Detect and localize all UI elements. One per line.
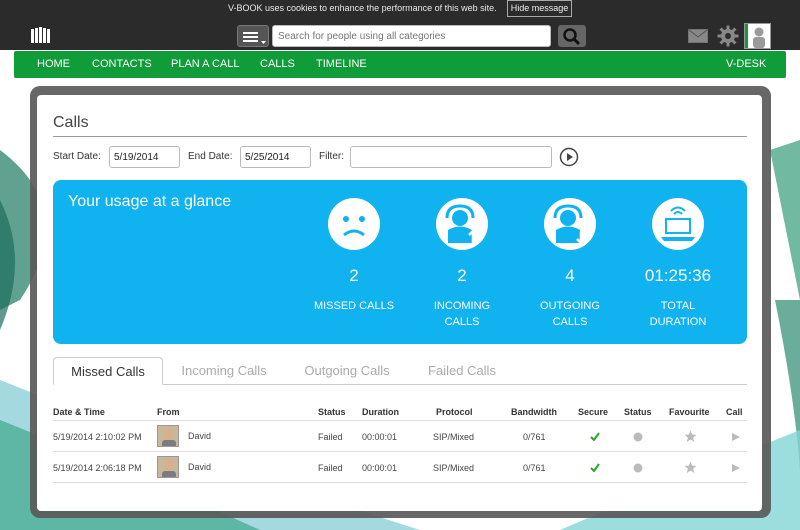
col-bandwidth: Bandwidth <box>511 407 557 417</box>
total-duration-label: TOTAL DURATION <box>649 300 707 328</box>
row-bandwidth: 0/761 <box>523 463 546 473</box>
search-button[interactable] <box>558 25 586 47</box>
cookie-message: V-BOOK uses cookies to enhance the perfo… <box>228 3 497 13</box>
nav-timeline[interactable]: TIMELINE <box>316 51 367 78</box>
row-bandwidth: 0/761 <box>523 432 546 442</box>
nav-v-desk[interactable]: V-DESK <box>726 51 766 78</box>
mail-icon[interactable] <box>688 29 708 43</box>
nav-home[interactable]: HOME <box>37 51 70 78</box>
person-silhouette-icon <box>745 24 765 48</box>
col-protocol: Protocol <box>436 407 473 417</box>
end-date-label: End Date: <box>188 151 233 162</box>
caller-avatar <box>157 456 179 478</box>
hide-message-button[interactable]: Hide message <box>507 0 572 17</box>
apply-filter-play-icon[interactable] <box>559 147 579 167</box>
missed-calls-value: 2 <box>349 266 359 285</box>
favourite-star-icon[interactable] <box>684 461 697 474</box>
start-date-label: Start Date: <box>53 151 101 162</box>
page-title: Calls <box>53 114 89 131</box>
presence-dot-icon <box>633 463 643 473</box>
call-tabs: Missed Calls Incoming Calls Outgoing Cal… <box>53 357 747 385</box>
row-duration: 00:00:01 <box>362 432 398 442</box>
main-nav: HOME CONTACTS PLAN A CALL CALLS TIMELINE… <box>14 51 786 78</box>
secure-check-icon <box>590 463 600 472</box>
incoming-calls-label: INCOMING CALLS <box>433 300 491 328</box>
row-status: Failed <box>318 432 343 442</box>
start-date-input[interactable] <box>109 146 180 168</box>
col-duration: Duration <box>362 407 399 417</box>
col-from: From <box>157 407 180 417</box>
usage-title: Your usage at a glance <box>68 193 232 210</box>
col-call: Call <box>726 407 743 417</box>
outgoing-call-icon <box>544 198 596 250</box>
vbook-logo-icon[interactable] <box>30 26 52 44</box>
sad-face-icon <box>328 198 380 250</box>
hamburger-icon <box>243 32 266 44</box>
row-protocol: SIP/Mixed <box>433 432 475 442</box>
tab-incoming-calls[interactable]: Incoming Calls <box>163 357 285 385</box>
laptop-signal-icon <box>652 198 704 250</box>
nav-contacts[interactable]: CONTACTS <box>92 51 152 78</box>
filter-label: Filter: <box>319 151 344 162</box>
gear-icon[interactable] <box>717 25 739 47</box>
row-protocol: SIP/Mixed <box>433 463 475 473</box>
row-datetime: 5/19/2014 2:06:18 PM <box>53 463 142 473</box>
col-presence-status: Status <box>624 407 652 417</box>
missed-calls-label: MISSED CALLS <box>313 300 395 312</box>
total-duration-value: 01:25:36 <box>644 266 712 285</box>
title-divider <box>53 136 747 137</box>
col-favourite: Favourite <box>669 407 710 417</box>
outgoing-calls-value: 4 <box>565 266 575 285</box>
user-avatar[interactable] <box>744 23 771 49</box>
nav-plan-a-call[interactable]: PLAN A CALL <box>171 51 240 78</box>
presence-dot-icon <box>633 432 643 442</box>
row-duration: 00:00:01 <box>362 463 398 473</box>
incoming-calls-value: 2 <box>457 266 467 285</box>
person-photo-icon <box>162 460 176 477</box>
tab-failed-calls[interactable]: Failed Calls <box>409 357 515 385</box>
col-status: Status <box>318 407 346 417</box>
row-datetime: 5/19/2014 2:10:02 PM <box>53 432 142 442</box>
col-secure: Secure <box>578 407 609 417</box>
outgoing-calls-label: OUTGOING CALLS <box>540 300 600 328</box>
caller-avatar <box>157 425 179 447</box>
nav-calls[interactable]: CALLS <box>260 51 295 78</box>
col-date-time: Date & Time <box>53 407 105 417</box>
row-from: David <box>188 431 212 441</box>
row-from: David <box>188 462 212 472</box>
category-menu-button[interactable] <box>237 25 269 47</box>
call-play-icon[interactable] <box>731 463 741 473</box>
top-bar: V-BOOK uses cookies to enhance the perfo… <box>0 0 800 50</box>
secure-check-icon <box>590 432 600 441</box>
call-play-icon[interactable] <box>731 432 741 442</box>
end-date-input[interactable] <box>240 146 311 168</box>
tab-missed-calls[interactable]: Missed Calls <box>53 357 163 385</box>
search-input[interactable] <box>272 25 551 47</box>
calls-card: Calls Start Date: End Date: Filter: Your… <box>37 95 762 511</box>
row-status: Failed <box>318 463 343 473</box>
filter-input[interactable] <box>350 146 552 168</box>
person-photo-icon <box>162 429 176 446</box>
usage-panel: Your usage at a glance 2 MISSED CALLS 2 <box>53 180 747 344</box>
tab-outgoing-calls[interactable]: Outgoing Calls <box>285 357 409 385</box>
magnifier-icon <box>563 28 581 46</box>
incoming-call-icon <box>436 198 488 250</box>
favourite-star-icon[interactable] <box>684 430 697 443</box>
